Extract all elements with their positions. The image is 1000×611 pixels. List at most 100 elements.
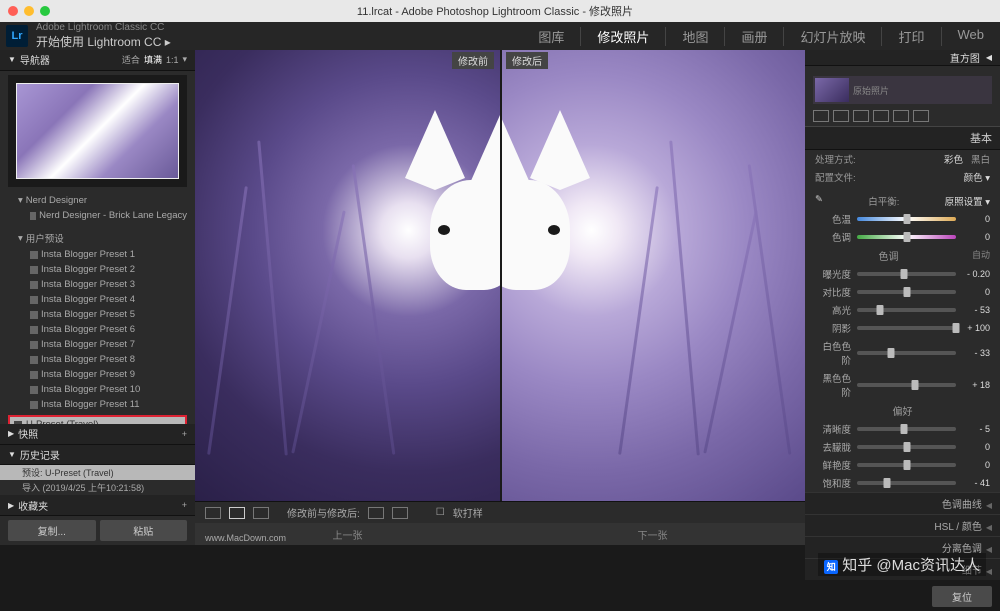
temp-label: 色温 — [815, 212, 851, 226]
module-book[interactable]: 画册 — [724, 27, 767, 46]
before-image[interactable]: 修改前 — [195, 50, 500, 501]
profile-label: 配置文件: — [815, 170, 856, 184]
preset-group-nerd[interactable]: ▾Nerd Designer — [0, 193, 195, 208]
preset-item[interactable]: Insta Blogger Preset 10 — [0, 382, 195, 397]
module-slideshow[interactable]: 幻灯片放映 — [783, 27, 865, 46]
traffic-lights — [0, 6, 50, 16]
close-window-icon[interactable] — [8, 6, 18, 16]
wb-select[interactable]: 原照设置 ▾ — [945, 194, 990, 208]
preset-item[interactable]: Insta Blogger Preset 2 — [0, 262, 195, 277]
histogram-header[interactable]: 直方图◀ — [805, 50, 1000, 66]
nav-ratio[interactable]: 1:1 — [166, 55, 179, 65]
navigator-preview[interactable] — [8, 75, 187, 188]
preset-selected[interactable]: U-Preset (Travel) — [8, 415, 187, 424]
snapshot-header[interactable]: ▶快照+ — [0, 424, 195, 445]
right-panel: 直方图◀ 原始照片 基本 处理方式: 彩色黑白 配置文件: — [805, 50, 1000, 545]
photo-viewport: ◀ ▶ 修改前 修改后 — [195, 50, 805, 545]
auto-tone-button[interactable]: 自动 — [972, 248, 990, 261]
toolbar: 修改前与修改后: ☐ 软打样 — [195, 501, 805, 523]
app-subtitle[interactable]: 开始使用 Lightroom CC ▸ — [36, 33, 171, 50]
eyedropper-icon[interactable]: ✎ — [815, 194, 823, 208]
hsl-panel[interactable]: HSL / 颜色 — [805, 514, 1000, 536]
app-name: Adobe Lightroom Classic CC — [36, 22, 171, 33]
gradient-tool-icon[interactable] — [873, 110, 889, 122]
temp-slider[interactable] — [857, 217, 956, 221]
module-map[interactable]: 地图 — [665, 27, 708, 46]
clarity-slider[interactable] — [857, 427, 956, 431]
collections-header[interactable]: ▶收藏夹+ — [0, 495, 195, 516]
zhihu-watermark: 知知乎 @Mac资讯达人 — [818, 553, 986, 576]
brush-tool-icon[interactable] — [913, 110, 929, 122]
history-header[interactable]: ▼历史记录 — [0, 445, 195, 466]
preset-item[interactable]: Insta Blogger Preset 6 — [0, 322, 195, 337]
disclosure-icon: ▼ — [8, 55, 16, 64]
tone-curve-panel[interactable]: 色调曲线 — [805, 492, 1000, 514]
swap-icon[interactable] — [368, 507, 384, 519]
module-picker: 图库 修改照片 地图 画册 幻灯片放映 打印 Web — [538, 27, 1000, 46]
preset-item[interactable]: Insta Blogger Preset 4 — [0, 292, 195, 307]
nav-zoom-menu-icon[interactable]: ▾ — [182, 54, 187, 65]
contrast-slider[interactable] — [857, 290, 956, 294]
blacks-slider[interactable] — [857, 383, 956, 387]
preset-group-user[interactable]: ▾用户预设 — [0, 229, 195, 247]
before-after-lr-icon[interactable] — [229, 507, 245, 519]
nav-fit[interactable]: 适合 — [122, 53, 140, 66]
spot-tool-icon[interactable] — [833, 110, 849, 122]
history-item[interactable]: 预设: U-Preset (Travel) — [0, 465, 195, 480]
vibrance-slider[interactable] — [857, 463, 956, 467]
copy-button[interactable]: 复制... — [8, 520, 96, 541]
reset-button[interactable]: 复位 — [932, 586, 992, 607]
maximize-window-icon[interactable] — [40, 6, 50, 16]
paste-button[interactable]: 粘贴 — [100, 520, 188, 541]
preset-item[interactable]: Insta Blogger Preset 7 — [0, 337, 195, 352]
saturation-slider[interactable] — [857, 481, 956, 485]
prev-photo-button[interactable]: 上一张 — [333, 527, 363, 542]
preset-item[interactable]: Nerd Designer - Brick Lane Legacy — [0, 208, 195, 223]
preset-item[interactable]: Insta Blogger Preset 9 — [0, 367, 195, 382]
preset-item[interactable]: Insta Blogger Preset 8 — [0, 352, 195, 367]
treatment-color[interactable]: 彩色 — [944, 152, 963, 166]
module-web[interactable]: Web — [941, 27, 985, 46]
basic-panel-header[interactable]: 基本 — [805, 126, 1000, 150]
dehaze-slider[interactable] — [857, 445, 956, 449]
lightroom-logo-icon: Lr — [6, 25, 28, 47]
split-divider[interactable] — [500, 50, 502, 501]
preset-item[interactable]: Insta Blogger Preset 5 — [0, 307, 195, 322]
treatment-bw[interactable]: 黑白 — [971, 152, 990, 166]
app-header: Lr Adobe Lightroom Classic CC 开始使用 Light… — [0, 22, 1000, 50]
module-print[interactable]: 打印 — [881, 27, 924, 46]
module-develop[interactable]: 修改照片 — [580, 27, 649, 46]
tone-section: 色调 — [878, 252, 898, 263]
window-titlebar: 11.lrcat - Adobe Photoshop Lightroom Cla… — [0, 0, 1000, 22]
navigator-header[interactable]: ▼ 导航器 适合 填满 1:1 ▾ — [0, 50, 195, 71]
before-after-tb-icon[interactable] — [253, 507, 269, 519]
loupe-view-icon[interactable] — [205, 507, 221, 519]
redeye-tool-icon[interactable] — [853, 110, 869, 122]
module-library[interactable]: 图库 — [538, 27, 564, 46]
crop-tool-icon[interactable] — [813, 110, 829, 122]
exposure-slider[interactable] — [857, 272, 956, 276]
left-panel: ▼ 导航器 适合 填满 1:1 ▾ ▾Nerd Designer Nerd De… — [0, 50, 195, 545]
preset-item[interactable]: Insta Blogger Preset 1 — [0, 247, 195, 262]
preset-item[interactable]: Insta Blogger Preset 11 — [0, 397, 195, 412]
nav-fill[interactable]: 填满 — [144, 53, 162, 66]
profile-select[interactable]: 颜色 ▾ — [964, 170, 990, 184]
navigator-title: 导航器 — [20, 52, 50, 67]
preset-item[interactable]: Insta Blogger Preset 3 — [0, 277, 195, 292]
tint-slider[interactable] — [857, 235, 956, 239]
soft-proof-checkbox[interactable]: 软打样 — [453, 505, 483, 520]
minimize-window-icon[interactable] — [24, 6, 34, 16]
presence-section: 偏好 — [805, 401, 1000, 420]
copy-settings-icon[interactable] — [392, 507, 408, 519]
highlights-slider[interactable] — [857, 308, 956, 312]
original-photo-strip[interactable]: 原始照片 — [813, 76, 992, 104]
whites-slider[interactable] — [857, 351, 956, 355]
compare-label: 修改前与修改后: — [287, 505, 360, 520]
next-photo-button[interactable]: 下一张 — [638, 527, 668, 542]
presets-tree: ▾Nerd Designer Nerd Designer - Brick Lan… — [0, 191, 195, 424]
shadows-slider[interactable] — [857, 326, 956, 330]
after-image[interactable]: 修改后 — [500, 50, 805, 501]
radial-tool-icon[interactable] — [893, 110, 909, 122]
tint-label: 色调 — [815, 230, 851, 244]
history-item[interactable]: 导入 (2019/4/25 上午10:21:58) — [0, 480, 195, 495]
